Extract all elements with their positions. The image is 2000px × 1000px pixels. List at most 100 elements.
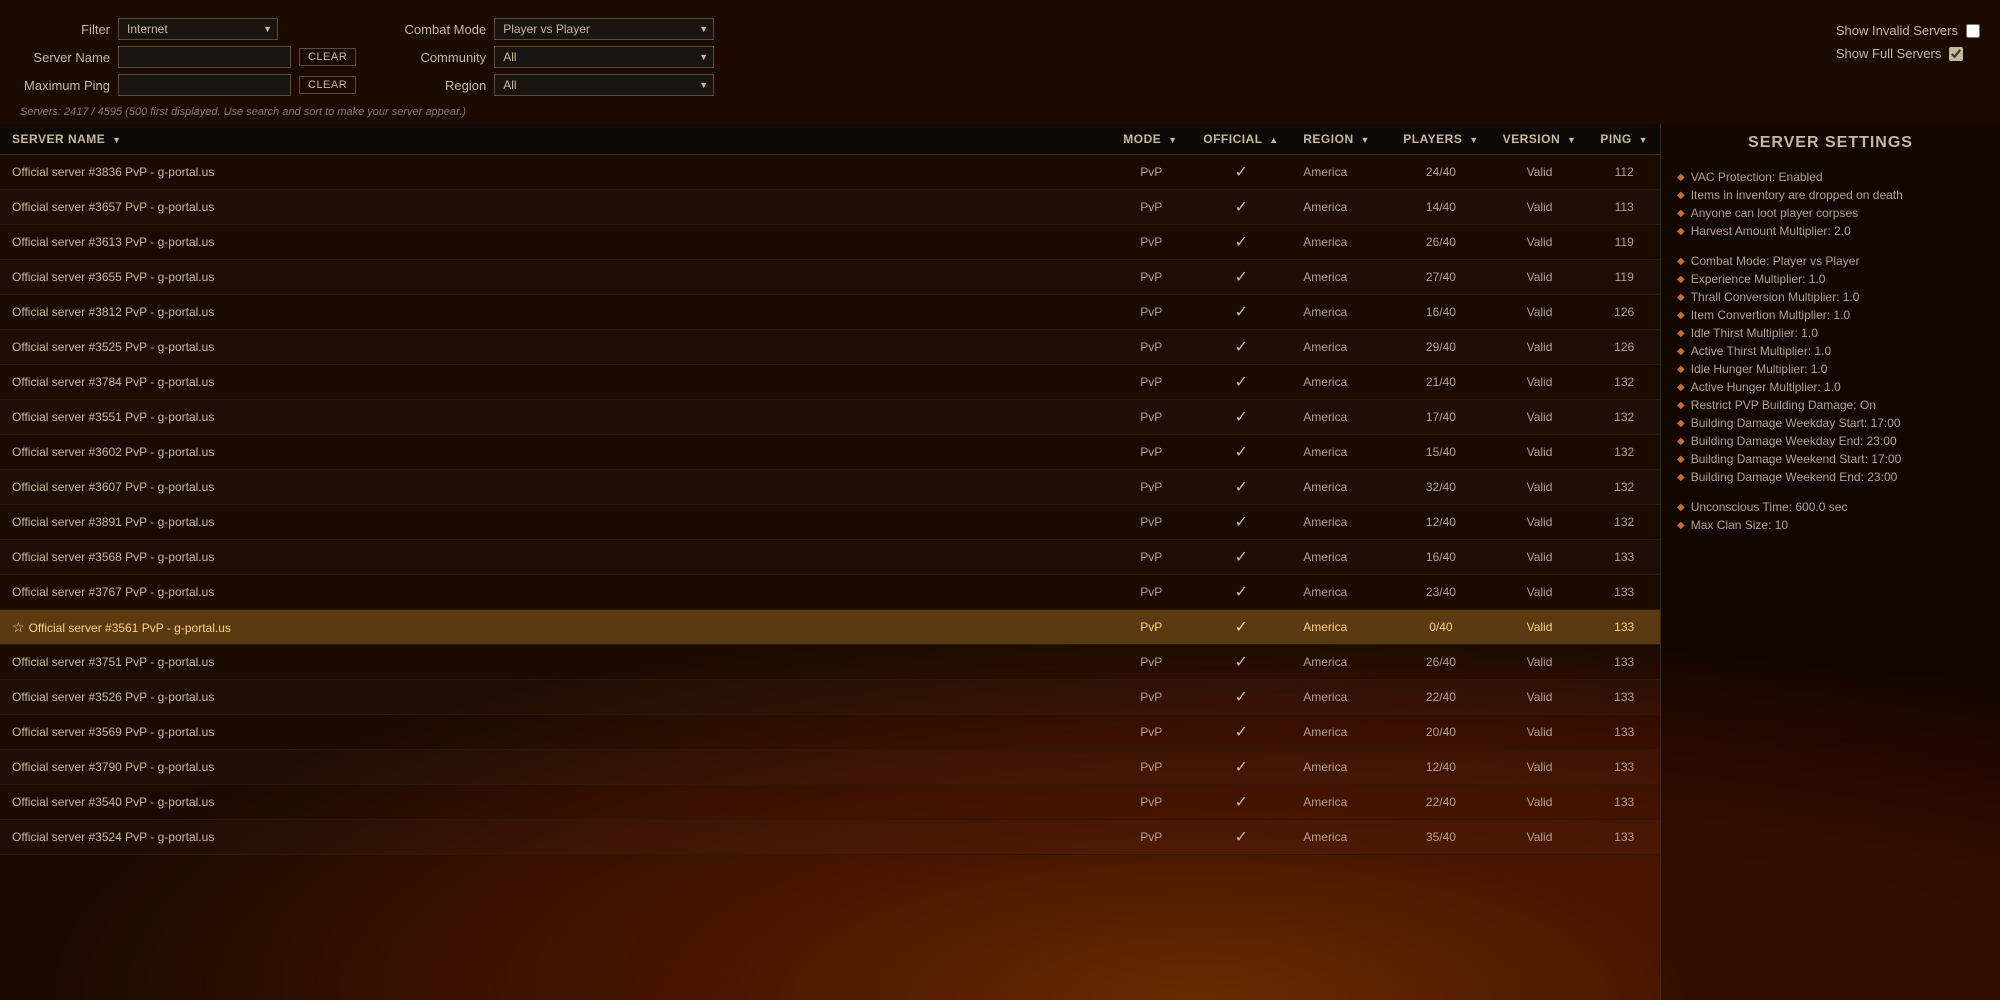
settings-item: ◆ Anyone can loot player corpses xyxy=(1677,206,1984,220)
server-players-cell: 35/40 xyxy=(1391,820,1490,855)
server-official-cell: ✓ xyxy=(1191,155,1291,190)
filter-select[interactable]: Internet LAN Friends xyxy=(118,18,278,40)
table-row[interactable]: Official server #3540 PvP - g-portal.usP… xyxy=(0,785,1660,820)
table-wrapper[interactable]: SERVER NAME ▼ MODE ▼ OFFICIAL ▲ xyxy=(0,124,1660,1000)
server-players-cell: 22/40 xyxy=(1391,680,1490,715)
table-row[interactable]: Official server #3891 PvP - g-portal.usP… xyxy=(0,505,1660,540)
settings-item: ◆Items in inventory are dropped on death xyxy=(1677,188,1984,202)
settings-item-text: Experience Multiplier: 1.0 xyxy=(1691,272,1826,286)
server-region-cell: America xyxy=(1291,365,1391,400)
server-ping-cell: 133 xyxy=(1588,610,1660,645)
table-row[interactable]: Official server #3526 PvP - g-portal.usP… xyxy=(0,680,1660,715)
server-mode-cell: PvP xyxy=(1111,610,1191,645)
diamond-icon: ◆ xyxy=(1677,208,1685,219)
settings-item-text: Idle Hunger Multiplier: 1.0 xyxy=(1691,362,1828,376)
table-row[interactable]: Official server #3607 PvP - g-portal.us P… xyxy=(0,470,1660,505)
table-row[interactable]: Official server #3812 PvP - g-portal.usP… xyxy=(0,295,1660,330)
show-invalid-checkbox[interactable] xyxy=(1966,24,1980,38)
table-row[interactable]: Official server #3790 PvP - g-portal.usP… xyxy=(0,750,1660,785)
server-mode-cell: PvP xyxy=(1111,470,1191,505)
server-name-text: Official server #3569 PvP - g-portal.us xyxy=(12,725,214,739)
settings-items-container: ◆ VAC Protection: Enabled ◆Items in invent… xyxy=(1677,170,1984,532)
col-header-ping[interactable]: PING ▼ xyxy=(1588,124,1660,155)
settings-item-text: VAC Protection: Enabled xyxy=(1691,170,1823,184)
server-ping-cell: 132 xyxy=(1588,400,1660,435)
server-name-text: Official server #3561 PvP - g-portal.us xyxy=(29,621,231,635)
combat-mode-select[interactable]: Player vs Player Player vs Environment A… xyxy=(494,18,714,40)
diamond-icon: ◆ xyxy=(1677,274,1685,285)
server-players-cell: 23/40 xyxy=(1391,575,1490,610)
server-name-text: Official server #3751 PvP - g-portal.us xyxy=(12,655,214,669)
table-row[interactable]: Official server #3568 PvP - g-portal.usP… xyxy=(0,540,1660,575)
show-invalid-row[interactable]: Show Invalid Servers xyxy=(1836,23,1980,38)
community-select[interactable]: All None Strict xyxy=(494,46,714,68)
server-region-cell: America xyxy=(1291,505,1391,540)
server-players-cell: 26/40 xyxy=(1391,225,1490,260)
table-row[interactable]: Official server #3524 PvP - g-portal.usP… xyxy=(0,820,1660,855)
table-row[interactable]: Official server #3655 PvP - g-portal.usP… xyxy=(0,260,1660,295)
col-header-official[interactable]: OFFICIAL ▲ xyxy=(1191,124,1291,155)
left-filter-group: Filter Internet LAN Friends Server Name … xyxy=(20,18,356,96)
col-header-players[interactable]: PLAYERS ▼ xyxy=(1391,124,1490,155)
col-header-server-name[interactable]: SERVER NAME ▼ xyxy=(0,124,1111,155)
filters-area: Filter Internet LAN Friends Server Name … xyxy=(0,10,2000,104)
server-name-cell: Official server #3524 PvP - g-portal.us xyxy=(0,820,1111,855)
table-row[interactable]: Official server #3751 PvP - g-portal.usP… xyxy=(0,645,1660,680)
table-row[interactable]: Official server #3836 PvP - g-portal.usP… xyxy=(0,155,1660,190)
table-row[interactable]: Official server #3767 PvP - g-portal.usP… xyxy=(0,575,1660,610)
settings-item-text: Anyone can loot player corpses xyxy=(1691,206,1858,220)
server-version-cell: Valid xyxy=(1491,400,1589,435)
server-players-cell: 32/40 xyxy=(1391,470,1490,505)
table-row[interactable]: Official server #3784 PvP - g-portal.usP… xyxy=(0,365,1660,400)
server-official-cell: ✓ xyxy=(1191,680,1291,715)
settings-item: ◆Building Damage Weekend End: 23:00 xyxy=(1677,470,1984,484)
table-row[interactable]: Official server #3657 PvP - g-portal.usP… xyxy=(0,190,1660,225)
server-region-cell: America xyxy=(1291,225,1391,260)
star-icon: ☆ xyxy=(12,619,25,635)
server-name-cell: ☆ Official server #3561 PvP - g-portal.us xyxy=(0,610,1111,645)
col-header-mode[interactable]: MODE ▼ xyxy=(1111,124,1191,155)
server-official-cell: ✓ xyxy=(1191,750,1291,785)
server-region-cell: America xyxy=(1291,435,1391,470)
server-name-clear-button[interactable]: CLEAR xyxy=(299,48,356,66)
server-version-cell: Valid xyxy=(1491,540,1589,575)
server-players-cell: 14/40 xyxy=(1391,190,1490,225)
server-mode-cell: PvP xyxy=(1111,400,1191,435)
server-name-cell: Official server #3613 PvP - g-portal.us xyxy=(0,225,1111,260)
settings-item-text: Max Clan Size: 10 xyxy=(1691,518,1788,532)
settings-item-text: Idle Thirst Multiplier: 1.0 xyxy=(1691,326,1818,340)
table-row[interactable]: ☆ Official server #3561 PvP - g-portal.us… xyxy=(0,610,1660,645)
settings-item-text: Active Hunger Multiplier: 1.0 xyxy=(1691,380,1841,394)
diamond-icon: ◆ xyxy=(1677,172,1685,183)
max-ping-clear-button[interactable]: CLEAR xyxy=(299,76,356,94)
settings-panel: SERVER SETTINGS ◆VAC Protection: Enabled… xyxy=(1660,124,2000,1000)
server-name-input[interactable] xyxy=(118,46,291,68)
server-name-text: Official server #3607 PvP - g-portal.us xyxy=(12,480,214,494)
server-name-text: Official server #3836 PvP - g-portal.us xyxy=(12,165,214,179)
server-region-cell: America xyxy=(1291,575,1391,610)
table-row[interactable]: Official server #3525 PvP - g-portal.usP… xyxy=(0,330,1660,365)
col-header-version[interactable]: VERSION ▼ xyxy=(1491,124,1589,155)
server-name-text: Official server #3812 PvP - g-portal.us xyxy=(12,305,214,319)
table-row[interactable]: Official server #3613 PvP - g-portal.usP… xyxy=(0,225,1660,260)
server-version-cell: Valid xyxy=(1491,190,1589,225)
table-row[interactable]: Official server #3569 PvP - g-portal.usP… xyxy=(0,715,1660,750)
server-name-cell: Official server #3525 PvP - g-portal.us xyxy=(0,330,1111,365)
col-header-region[interactable]: REGION ▼ xyxy=(1291,124,1391,155)
filter-label: Filter xyxy=(20,22,110,37)
table-row[interactable]: Official server #3602 PvP - g-portal.usP… xyxy=(0,435,1660,470)
table-row[interactable]: Official server #3551 PvP - g-portal.usP… xyxy=(0,400,1660,435)
server-name-cell: Official server #3607 PvP - g-portal.us xyxy=(0,470,1111,505)
region-select[interactable]: All America Europe Asia xyxy=(494,74,714,96)
middle-filter-group: Combat Mode Player vs Player Player vs E… xyxy=(396,18,714,96)
show-full-row[interactable]: Show Full Servers xyxy=(1836,46,1980,61)
settings-item: ◆Unconscious Time: 600.0 sec xyxy=(1677,500,1984,514)
server-mode-cell: PvP xyxy=(1111,505,1191,540)
server-players-cell: 16/40 xyxy=(1391,295,1490,330)
max-ping-input[interactable] xyxy=(118,74,291,96)
settings-item-text: Combat Mode: Player vs Player xyxy=(1691,254,1860,268)
diamond-icon: ◆ xyxy=(1677,502,1685,513)
show-full-checkbox[interactable] xyxy=(1949,47,1963,61)
server-name-row: Server Name CLEAR xyxy=(20,46,356,68)
server-name-cell: Official server #3767 PvP - g-portal.us xyxy=(0,575,1111,610)
